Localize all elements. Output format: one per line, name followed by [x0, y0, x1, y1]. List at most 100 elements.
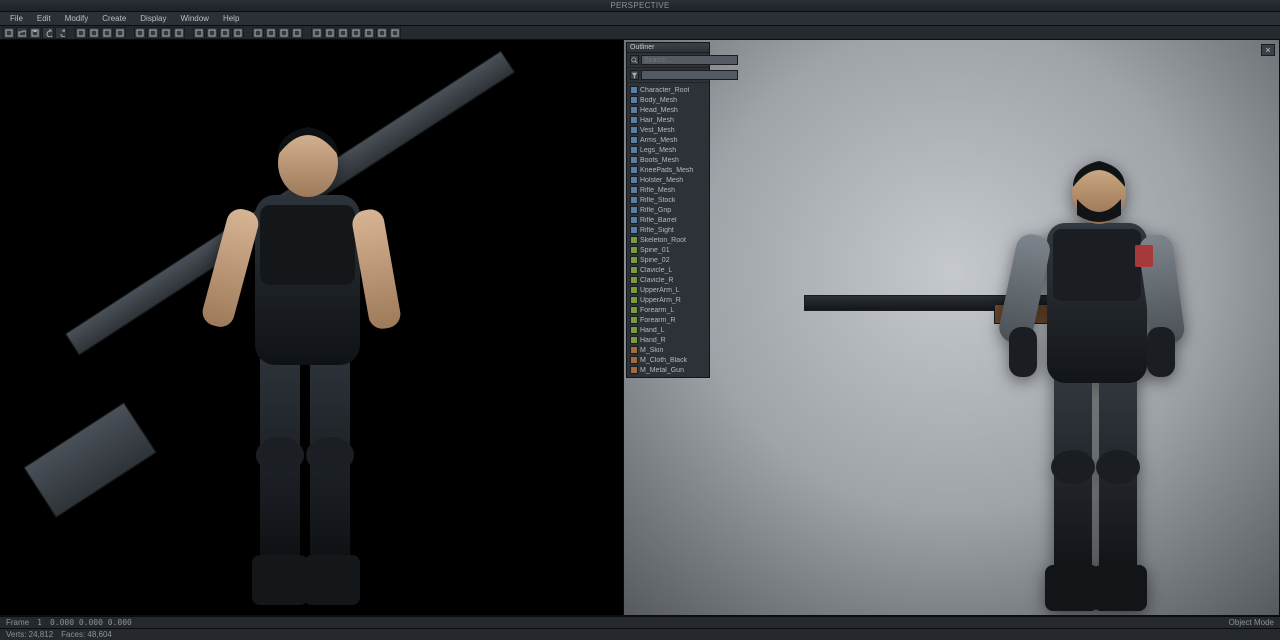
outliner-item[interactable]: Character_Root — [627, 85, 709, 95]
curve-icon[interactable] — [160, 27, 172, 39]
outliner-item[interactable]: Body_Mesh — [627, 95, 709, 105]
outliner-item[interactable]: Holster_Mesh — [627, 175, 709, 185]
outliner-tree: Character_RootBody_MeshHead_MeshHair_Mes… — [627, 83, 709, 377]
outliner-filter-input[interactable] — [641, 70, 738, 80]
outliner-item[interactable]: KneePads_Mesh — [627, 165, 709, 175]
open-icon[interactable] — [16, 27, 28, 39]
lattice-icon[interactable] — [173, 27, 185, 39]
outliner-item[interactable]: UpperArm_R — [627, 295, 709, 305]
bone-icon — [630, 286, 638, 294]
mat-icon — [630, 346, 638, 354]
outliner-item[interactable]: Forearm_R — [627, 315, 709, 325]
undo-icon[interactable] — [42, 27, 54, 39]
outliner-item[interactable]: Vest_Mesh — [627, 125, 709, 135]
filter-icon[interactable] — [630, 70, 639, 80]
menu-item-window[interactable]: Window — [175, 13, 215, 24]
render-icon[interactable] — [252, 27, 264, 39]
ik-icon[interactable] — [206, 27, 218, 39]
outliner-item[interactable]: Rifle_Sight — [627, 225, 709, 235]
viewport-right[interactable]: × Outliner Character_RootBody_MeshHead_M… — [624, 40, 1280, 615]
outliner-item[interactable]: M_Metal_Gun — [627, 365, 709, 375]
bone-icon — [630, 326, 638, 334]
surface-icon[interactable] — [147, 27, 159, 39]
mesh-icon — [630, 156, 638, 164]
outliner-item-label: Hand_R — [640, 337, 666, 344]
viewport-close-button[interactable]: × — [1261, 44, 1275, 56]
select-icon[interactable] — [75, 27, 87, 39]
menu-item-create[interactable]: Create — [96, 13, 132, 24]
outliner-item-label: UpperArm_R — [640, 297, 681, 304]
menu-item-file[interactable]: File — [4, 13, 29, 24]
outliner-item[interactable]: Forearm_L — [627, 305, 709, 315]
outliner-item[interactable]: Legs_Mesh — [627, 145, 709, 155]
mesh-icon — [630, 166, 638, 174]
bone-icon — [630, 246, 638, 254]
outliner-item[interactable]: Spine_01 — [627, 245, 709, 255]
outliner-item-label: Rifle_Mesh — [640, 187, 675, 194]
menu-bar: FileEditModifyCreateDisplayWindowHelp — [0, 12, 1280, 26]
skin-icon[interactable] — [219, 27, 231, 39]
viewport-left[interactable] — [0, 40, 624, 615]
menu-item-help[interactable]: Help — [217, 13, 245, 24]
new-icon[interactable] — [3, 27, 15, 39]
outliner-item[interactable]: Hand_L — [627, 325, 709, 335]
uv-icon[interactable] — [363, 27, 375, 39]
joint-icon[interactable] — [193, 27, 205, 39]
outliner-item[interactable]: M_Skin — [627, 345, 709, 355]
status-frame: 1 — [37, 618, 42, 627]
outliner-item[interactable]: Spine_02 — [627, 255, 709, 265]
menu-item-edit[interactable]: Edit — [31, 13, 57, 24]
outliner-item[interactable]: Clavicle_R — [627, 275, 709, 285]
mesh-icon — [630, 146, 638, 154]
save-icon[interactable] — [29, 27, 41, 39]
outliner-item-label: Legs_Mesh — [640, 147, 676, 154]
outliner-filter-row — [627, 68, 709, 83]
status-bar-top: Frame 1 0.000 0.000 0.000 Object Mode — [0, 616, 1280, 628]
mesh-icon — [630, 126, 638, 134]
wire-icon[interactable] — [324, 27, 336, 39]
shade-icon[interactable] — [337, 27, 349, 39]
move-icon[interactable] — [88, 27, 100, 39]
outliner-item[interactable]: Head_Mesh — [627, 105, 709, 115]
outliner-search-row — [627, 53, 709, 68]
outliner-item[interactable]: Rifle_Grip — [627, 205, 709, 215]
status-coords: 0.000 0.000 0.000 — [50, 618, 132, 627]
outliner-item[interactable]: Arms_Mesh — [627, 135, 709, 145]
snap-icon[interactable] — [311, 27, 323, 39]
search-icon[interactable] — [630, 55, 639, 65]
redo-icon[interactable] — [55, 27, 67, 39]
mesh-icon — [630, 176, 638, 184]
graph-icon[interactable] — [389, 27, 401, 39]
menu-item-display[interactable]: Display — [134, 13, 172, 24]
status-faces: Faces: 48,604 — [61, 630, 112, 639]
outliner-item[interactable]: UpperArm_L — [627, 285, 709, 295]
outliner-item[interactable]: Hair_Mesh — [627, 115, 709, 125]
tex-icon[interactable] — [376, 27, 388, 39]
mesh-icon[interactable] — [134, 27, 146, 39]
scale-icon[interactable] — [114, 27, 126, 39]
outliner-item[interactable]: Skeleton_Root — [627, 235, 709, 245]
rotate-icon[interactable] — [101, 27, 113, 39]
light-icon[interactable] — [265, 27, 277, 39]
outliner-item-label: Hand_L — [640, 327, 665, 334]
mesh-icon — [630, 116, 638, 124]
paint-icon[interactable] — [232, 27, 244, 39]
camera-icon[interactable] — [278, 27, 290, 39]
outliner-item[interactable]: Hand_R — [627, 335, 709, 345]
outliner-panel: Outliner Character_RootBody_MeshHead_Mes… — [626, 42, 710, 378]
outliner-item[interactable]: Boots_Mesh — [627, 155, 709, 165]
outliner-item-label: Character_Root — [640, 87, 689, 94]
smooth-icon[interactable] — [350, 27, 362, 39]
grid-icon[interactable] — [291, 27, 303, 39]
outliner-item[interactable]: M_Cloth_Black — [627, 355, 709, 365]
outliner-item-label: Rifle_Barrel — [640, 217, 677, 224]
bone-icon — [630, 336, 638, 344]
workspace: × Outliner Character_RootBody_MeshHead_M… — [0, 40, 1280, 616]
outliner-item[interactable]: Rifle_Mesh — [627, 185, 709, 195]
outliner-item[interactable]: Rifle_Barrel — [627, 215, 709, 225]
outliner-item[interactable]: Clavicle_L — [627, 265, 709, 275]
mesh-icon — [630, 196, 638, 204]
outliner-search-input[interactable] — [641, 55, 738, 65]
menu-item-modify[interactable]: Modify — [59, 13, 95, 24]
outliner-item[interactable]: Rifle_Stock — [627, 195, 709, 205]
